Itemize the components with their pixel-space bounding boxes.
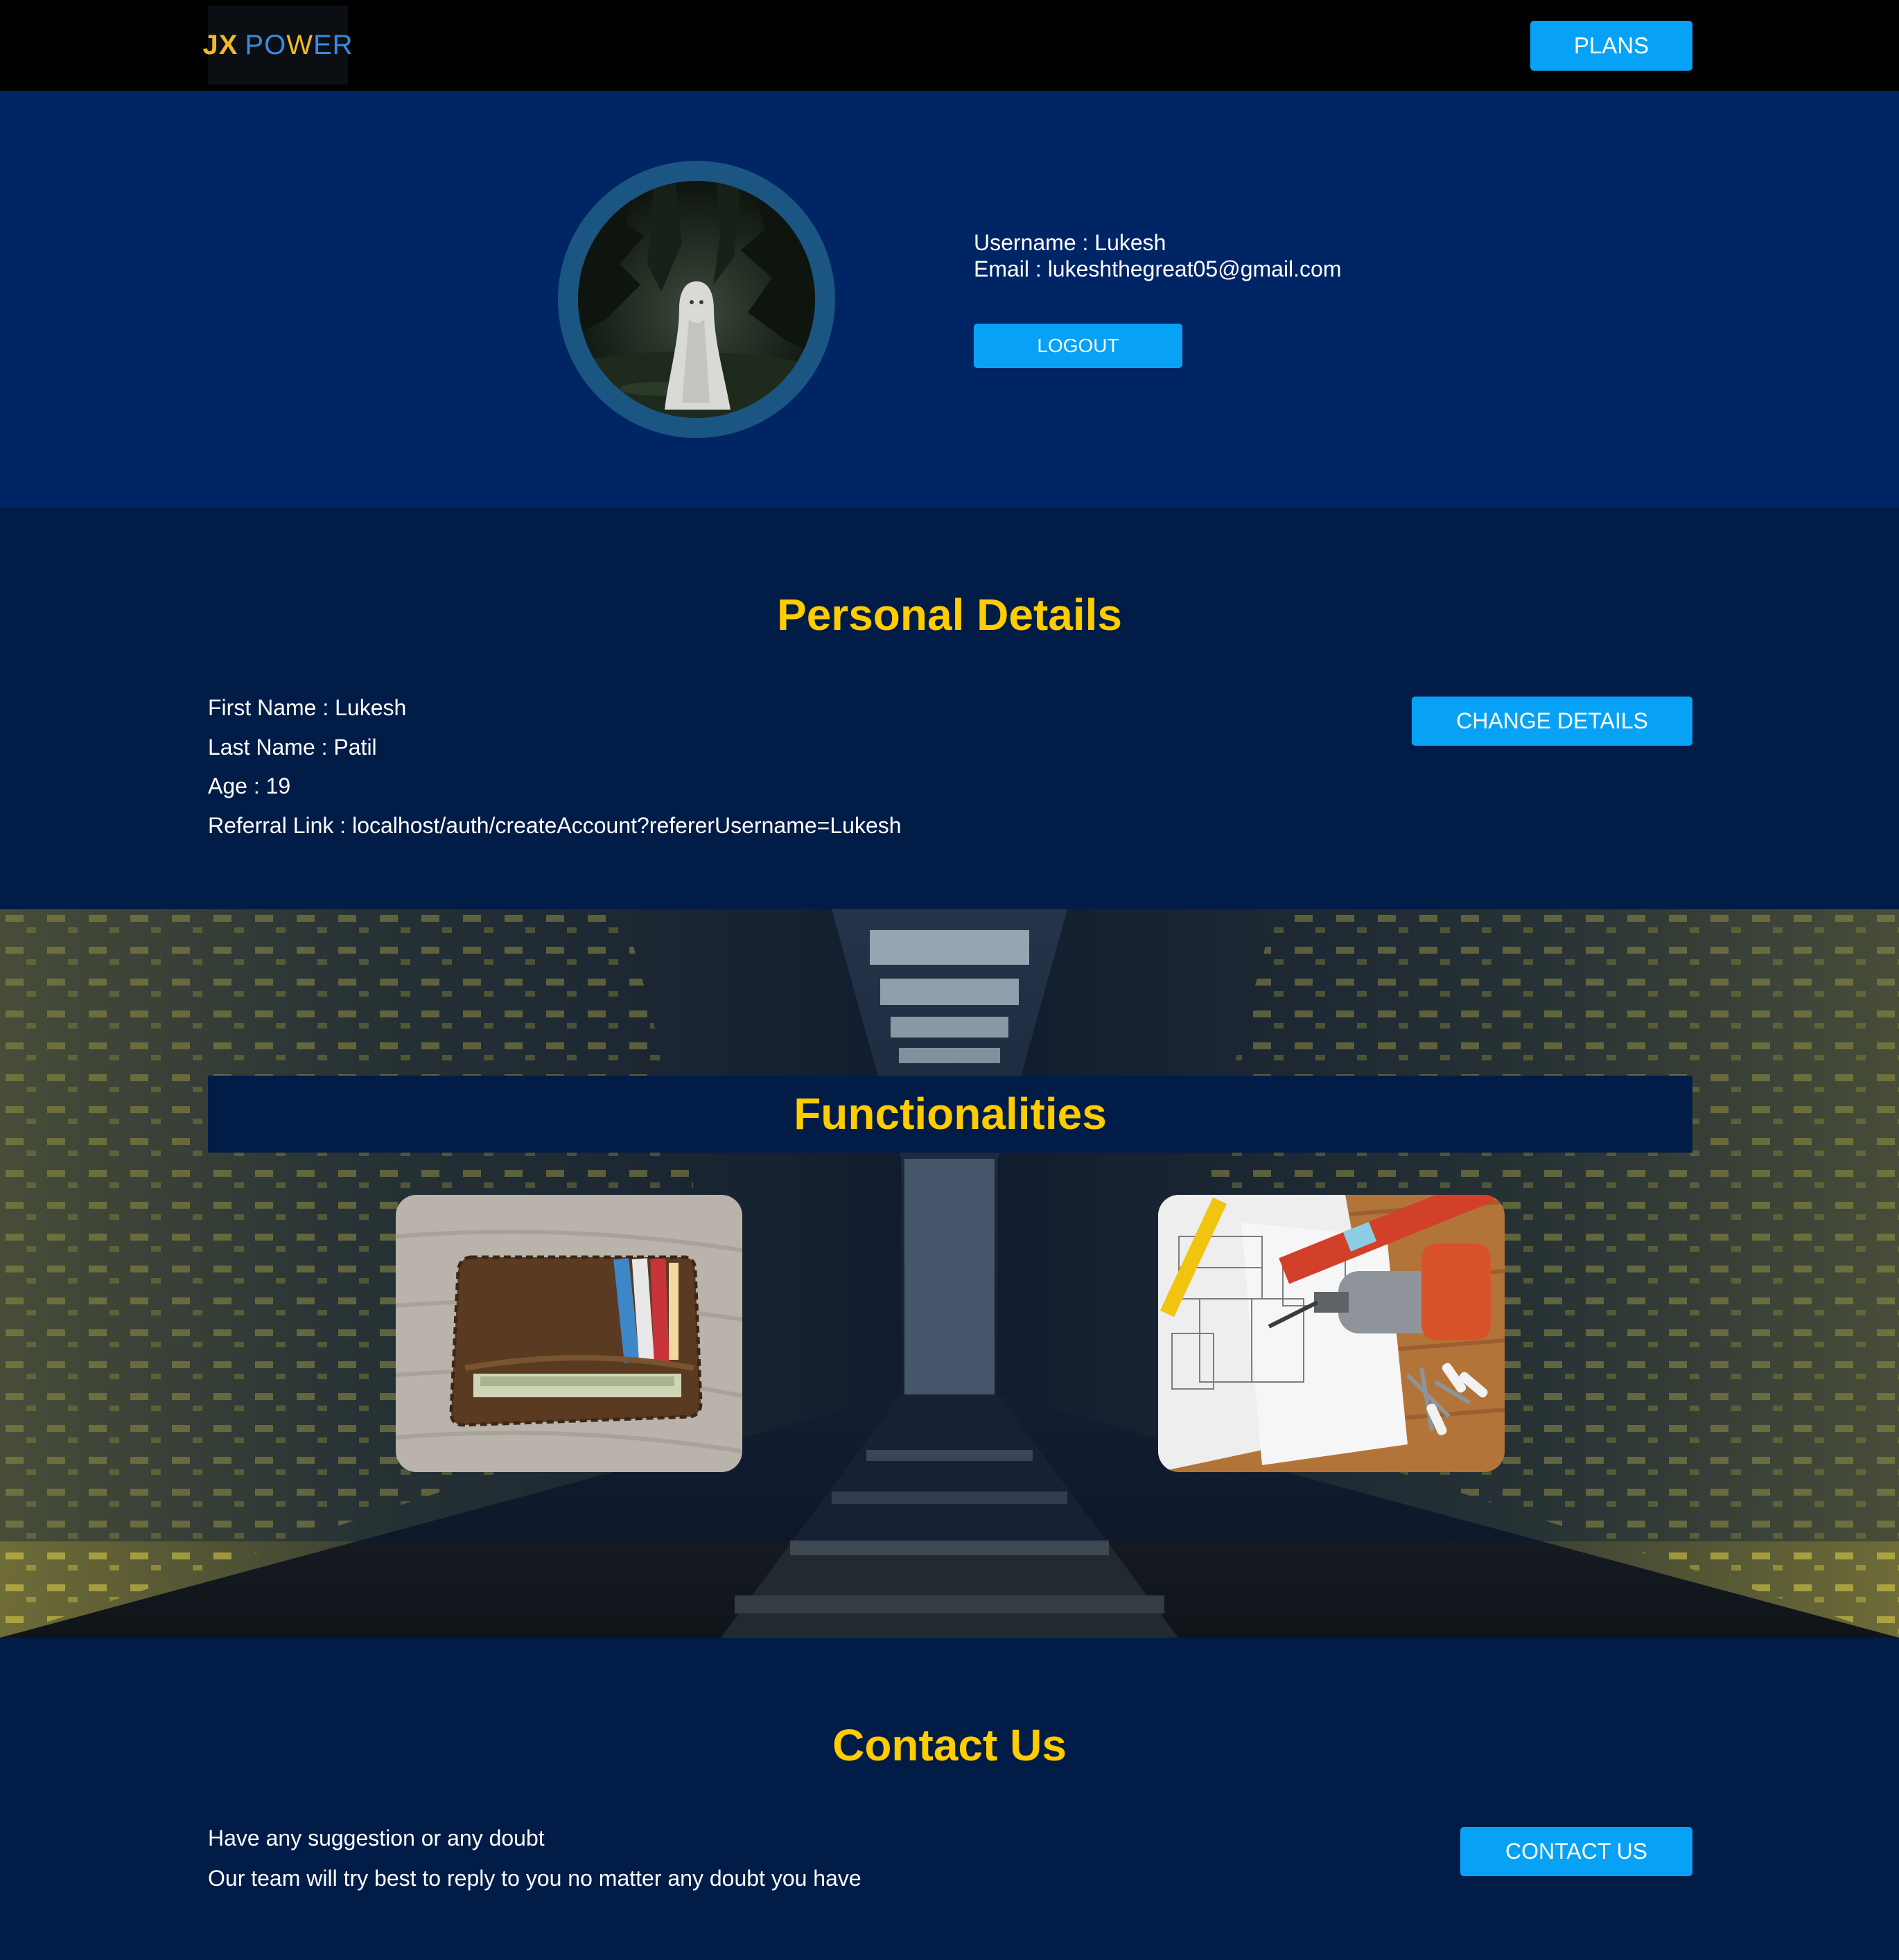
contact-line-2: Our team will try best to reply to you n… — [208, 1866, 861, 1891]
functionalities-title-bar: Functionalities — [208, 1076, 1692, 1153]
referral-link-value[interactable]: localhost/auth/createAccount?refererUser… — [352, 813, 901, 838]
username-row: Username : Lukesh — [974, 229, 1342, 256]
functionalities-section: Functionalities — [0, 909, 1899, 1638]
contact-title: Contact Us — [832, 1720, 1067, 1770]
first-name-row: First Name : Lukesh — [208, 694, 902, 734]
plans-button[interactable]: PLANS — [1530, 21, 1692, 71]
personal-details-list: First Name : Lukesh Last Name : Patil Ag… — [208, 694, 902, 851]
avatar — [578, 181, 815, 418]
functionalities-title: Functionalities — [794, 1089, 1107, 1139]
logo-jx-text: JX — [202, 29, 238, 60]
referral-row: Referral Link : localhost/auth/createAcc… — [208, 812, 902, 852]
tools-card[interactable] — [1158, 1195, 1505, 1472]
jx-power-logo[interactable]: JX PO W ER — [202, 6, 353, 85]
logout-button[interactable]: LOGOUT — [974, 324, 1182, 368]
first-name-value: Lukesh — [335, 695, 407, 720]
wallet-image — [396, 1195, 742, 1472]
last-name-label: Last Name : — [208, 734, 334, 760]
email-row: Email : lukeshthegreat05@gmail.com — [974, 256, 1342, 282]
contact-section: Contact Us Have any suggestion or any do… — [0, 1638, 1899, 1960]
referral-label: Referral Link : — [208, 812, 353, 838]
contact-line-1: Have any suggestion or any doubt — [208, 1826, 545, 1850]
username-label: Username : — [974, 230, 1095, 255]
age-value: 19 — [265, 773, 291, 798]
last-name-row: Last Name : Patil — [208, 734, 902, 773]
email-label: Email : — [974, 256, 1048, 281]
contact-us-button[interactable]: CONTACT US — [1460, 1827, 1692, 1876]
last-name-value: Patil — [333, 734, 377, 760]
personal-details-section: Personal Details First Name : Lukesh Las… — [0, 508, 1899, 909]
first-name-label: First Name : — [208, 695, 335, 720]
ghost-forest-photo — [578, 181, 815, 418]
wallet-card[interactable] — [396, 1195, 742, 1472]
avatar-ring — [558, 161, 835, 438]
logo-power-text-end: ER — [313, 29, 353, 60]
profile-info: Username : Lukesh Email : lukeshthegreat… — [974, 229, 1342, 282]
construction-tools-image — [1158, 1195, 1505, 1472]
logo-bolt-w: W — [286, 29, 313, 60]
age-label: Age : — [208, 773, 266, 798]
functionalities-overlay — [0, 909, 1899, 1541]
change-details-button[interactable]: CHANGE DETAILS — [1412, 697, 1692, 746]
email-value: lukeshthegreat05@gmail.com — [1047, 256, 1342, 281]
top-header: JX PO W ER PLANS — [0, 0, 1899, 91]
contact-text: Have any suggestion or any doubt Our tea… — [208, 1825, 861, 1905]
logo-power-text-start: PO — [245, 29, 287, 60]
age-row: Age : 19 — [208, 773, 902, 812]
profile-section: Username : Lukesh Email : lukeshthegreat… — [0, 91, 1899, 508]
personal-details-title: Personal Details — [777, 590, 1122, 640]
username-value: Lukesh — [1094, 230, 1166, 255]
